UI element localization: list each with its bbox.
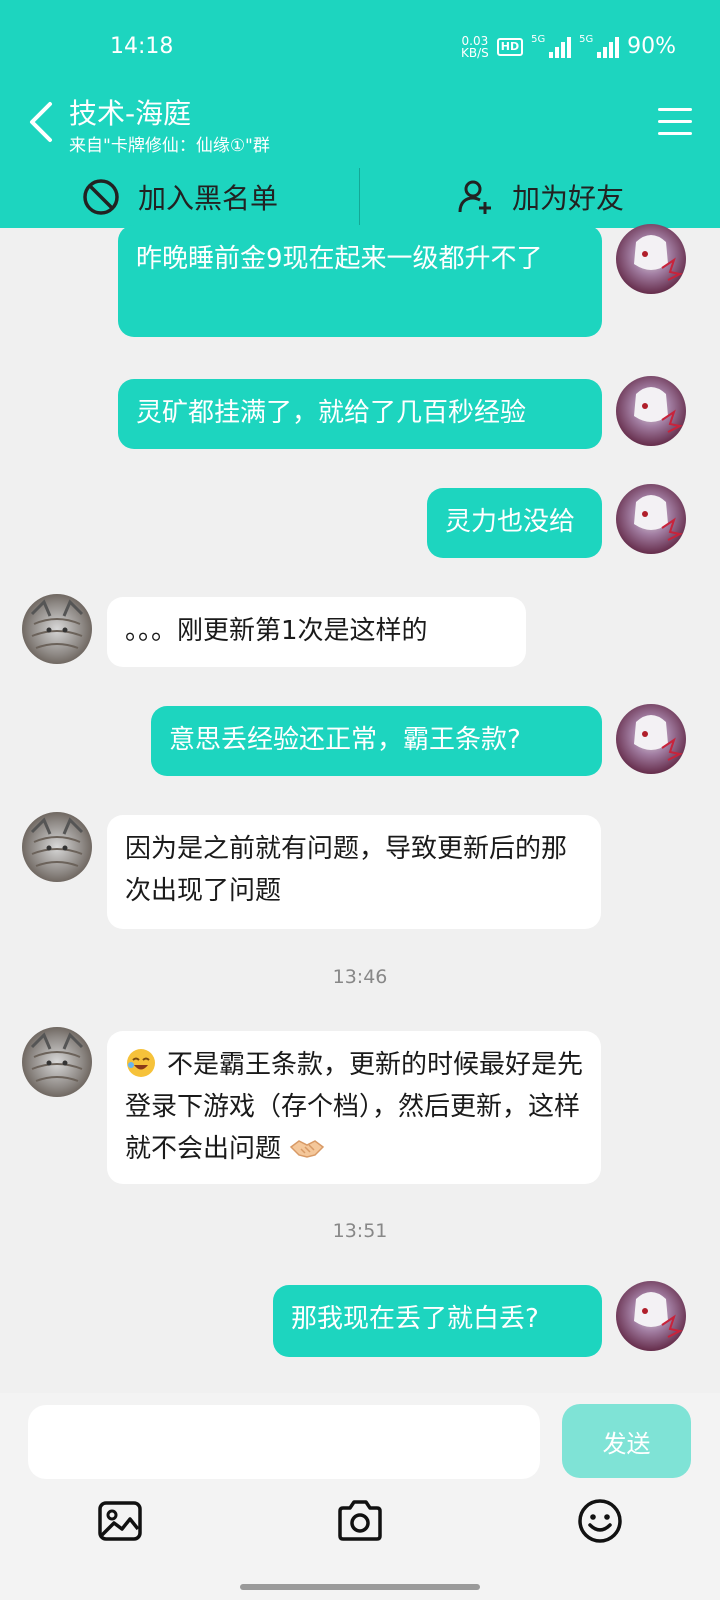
message-bubble-sent[interactable]: 灵力也没给: [427, 488, 602, 558]
chat-title: 技术-海庭: [69, 97, 192, 130]
message-bubble-sent[interactable]: 意思丢经验还正常，霸王条款?: [151, 706, 602, 776]
network-speed: 0.03 KB/S: [460, 33, 489, 60]
divider: [359, 168, 360, 228]
message-text: 不是霸王条款，更新的时候最好是先登录下游戏（存个档），然后更新，这样就不会出问题: [125, 1050, 584, 1164]
avatar[interactable]: [616, 224, 686, 294]
signal-icon: 5G: [531, 34, 572, 58]
avatar[interactable]: [616, 484, 686, 554]
chat-subtitle: 来自"卡牌修仙：仙缘①"群: [69, 136, 270, 156]
camera-icon[interactable]: [336, 1497, 384, 1545]
avatar[interactable]: [22, 1027, 92, 1097]
block-label: 加入黑名单: [137, 182, 278, 215]
avatar[interactable]: [616, 376, 686, 446]
laughing-emoji-icon: [127, 1049, 155, 1077]
status-icons: 0.03 KB/S HD 5G 5G 90%: [460, 33, 676, 60]
signal-icon-2: 5G: [579, 34, 620, 58]
avatar[interactable]: [22, 812, 92, 882]
send-button[interactable]: 发送: [562, 1404, 691, 1478]
timestamp: 13:46: [332, 966, 388, 988]
add-user-icon: [458, 180, 491, 214]
header-bar: 14:18 0.03 KB/S HD 5G 5G 90% 技术-海庭 来自"卡牌…: [0, 0, 720, 228]
action-row: 加入黑名单 加为好友: [0, 166, 720, 228]
block-icon: [83, 179, 119, 215]
message-bubble-sent[interactable]: 灵矿都挂满了，就给了几百秒经验: [118, 379, 602, 449]
status-time: 14:18: [110, 34, 174, 59]
message-input[interactable]: [28, 1405, 540, 1479]
hd-badge: HD: [496, 37, 524, 56]
smiley-icon[interactable]: [576, 1497, 624, 1545]
message-bubble-received[interactable]: 。。。刚更新第1次是这样的: [107, 597, 526, 667]
back-arrow-icon[interactable]: [24, 100, 64, 144]
message-bubble-received[interactable]: 不是霸王条款，更新的时候最好是先登录下游戏（存个档），然后更新，这样就不会出问题: [107, 1031, 601, 1184]
add-friend-button[interactable]: 加为好友: [360, 166, 720, 228]
block-button[interactable]: 加入黑名单: [0, 166, 360, 228]
message-bubble-sent[interactable]: 那我现在丢了就白丢?: [273, 1285, 602, 1357]
message-bubble-sent[interactable]: 昨晚睡前金9现在起来一级都升不了: [118, 225, 602, 337]
handshake-emoji-icon: [289, 1140, 325, 1158]
menu-icon[interactable]: [658, 108, 692, 136]
avatar[interactable]: [616, 1281, 686, 1351]
avatar[interactable]: [22, 594, 92, 664]
battery-level: 90%: [627, 34, 676, 59]
avatar[interactable]: [616, 704, 686, 774]
message-bubble-received[interactable]: 因为是之前就有问题，导致更新后的那次出现了问题: [107, 815, 601, 929]
image-icon[interactable]: [96, 1497, 144, 1545]
add-friend-label: 加为好友: [511, 182, 624, 215]
timestamp: 13:51: [332, 1220, 388, 1242]
home-indicator[interactable]: [240, 1584, 480, 1590]
